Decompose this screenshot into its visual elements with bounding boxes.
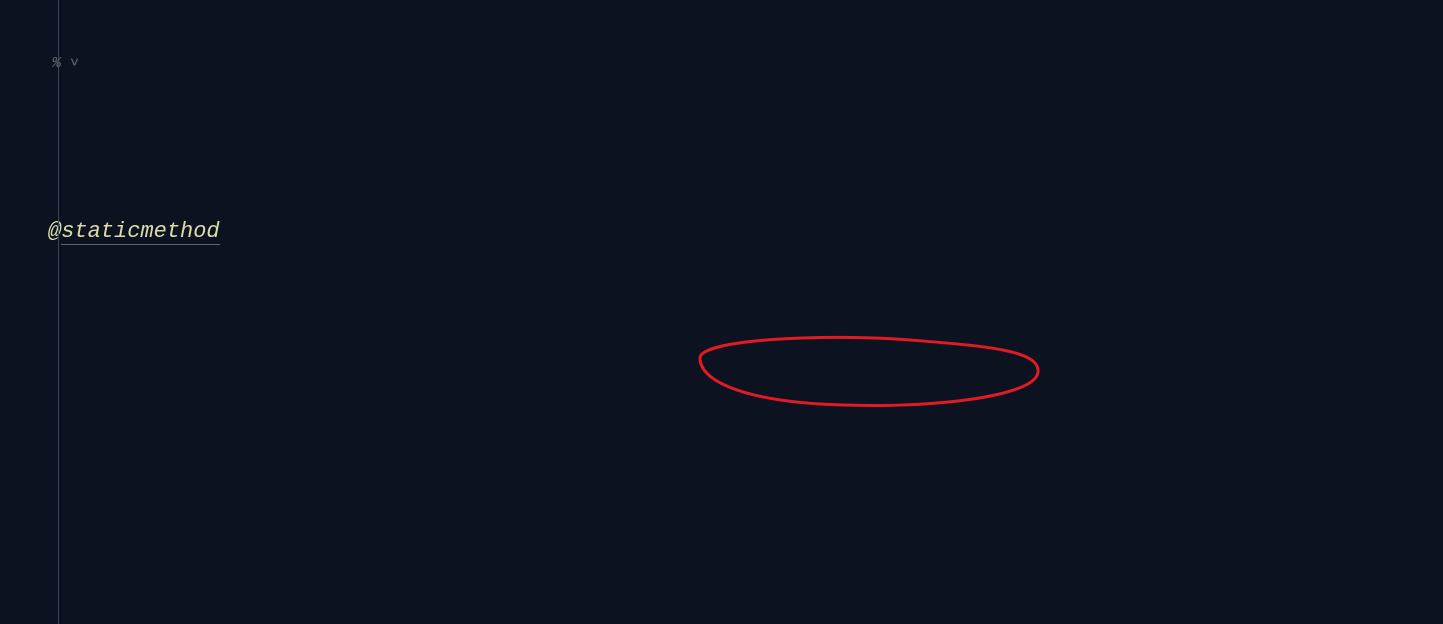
code-line[interactable]: @staticmethod [0,211,1443,253]
code-line[interactable] [0,422,1443,452]
decorator-at: @ [48,219,61,244]
code-editor[interactable]: % ˅ @staticmethod async def main_async( … [0,0,1443,624]
usages-hint[interactable]: % ˅ [52,50,79,79]
indent-guide [58,0,59,624]
red-annotation-circle [0,0,1443,624]
decorator-name: staticmethod [61,219,219,245]
